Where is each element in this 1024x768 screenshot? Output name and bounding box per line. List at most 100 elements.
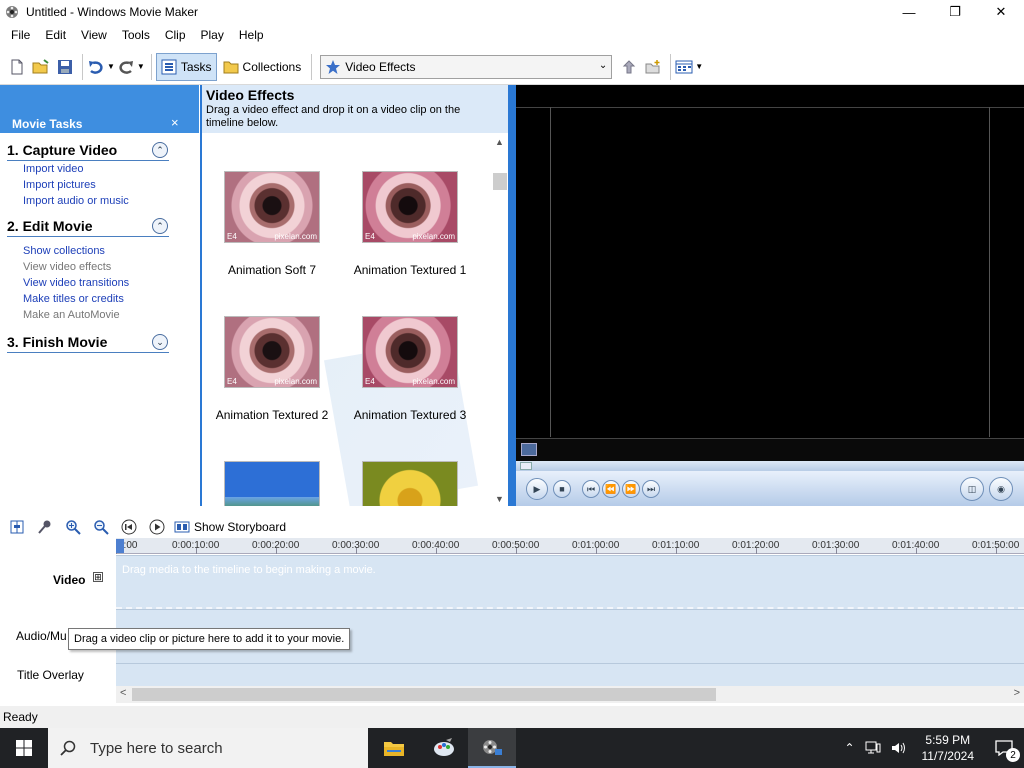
effect-item[interactable]: E4 pixelan.com Animation Soft 7 xyxy=(212,171,332,277)
menu-tools[interactable]: Tools xyxy=(122,28,150,42)
previous-frame-icon[interactable]: ⏮ xyxy=(582,480,600,498)
collapse-section-icon[interactable]: ⌃ xyxy=(152,142,168,158)
redo-button[interactable]: ▼ xyxy=(117,54,145,80)
toolbar-separator xyxy=(311,53,313,80)
section-title[interactable]: 3. Finish Movie xyxy=(7,331,169,353)
seek-bar[interactable] xyxy=(516,461,1024,471)
collections-button[interactable]: Collections xyxy=(219,54,306,80)
playhead[interactable] xyxy=(116,539,124,553)
menu-play[interactable]: Play xyxy=(201,28,224,42)
redo-dropdown-icon[interactable]: ▼ xyxy=(137,62,145,71)
show-hidden-icons-icon[interactable]: ⌃ xyxy=(844,741,854,755)
effect-item[interactable]: E4 pixelan.com Animation Textured 2 xyxy=(212,316,332,422)
network-icon[interactable] xyxy=(865,741,881,755)
import-pictures-link[interactable]: Import pictures xyxy=(7,177,199,193)
effect-name: Animation Soft 7 xyxy=(227,263,317,277)
playback-controls: ▶ ■ ⏮ ⏪ ⏩ ⏭ ◫ ◉ xyxy=(516,471,1024,506)
zoom-in-button[interactable] xyxy=(62,514,84,540)
new-project-button[interactable] xyxy=(6,54,28,80)
play-icon[interactable]: ▶ xyxy=(526,478,548,500)
menu-clip[interactable]: Clip xyxy=(165,28,186,42)
scroll-right-icon[interactable]: > xyxy=(1014,687,1020,699)
menu-help[interactable]: Help xyxy=(239,28,264,42)
menu-file[interactable]: File xyxy=(11,28,30,42)
view-video-transitions-link[interactable]: View video transitions xyxy=(7,275,199,291)
expand-video-track-icon[interactable]: ⊞ xyxy=(93,572,103,582)
section-title[interactable]: 2. Edit Movie xyxy=(7,215,169,237)
close-button[interactable]: ✕ xyxy=(978,0,1024,24)
set-audio-levels-button[interactable] xyxy=(6,514,28,540)
menu-edit[interactable]: Edit xyxy=(45,28,66,42)
effect-name: Animation Textured 1 xyxy=(353,263,467,277)
microphone-icon xyxy=(38,520,51,534)
undo-dropdown-icon[interactable]: ▼ xyxy=(107,62,115,71)
clock[interactable]: 5:59 PM 11/7/2024 xyxy=(922,732,975,764)
video-effects-star-icon xyxy=(326,59,341,74)
new-collection-folder-button[interactable] xyxy=(642,54,664,80)
scroll-left-icon[interactable]: < xyxy=(120,687,126,699)
expand-section-icon[interactable]: ⌄ xyxy=(152,334,168,350)
save-project-button[interactable] xyxy=(54,54,76,80)
make-titles-link[interactable]: Make titles or credits xyxy=(7,291,199,307)
section-title[interactable]: 1. Capture Video xyxy=(7,139,169,161)
toolbar-separator xyxy=(670,53,672,80)
rewind-timeline-button[interactable] xyxy=(118,514,140,540)
notification-count-badge: 2 xyxy=(1006,748,1020,762)
collections-folder-icon xyxy=(223,61,239,73)
taskbar-movie-maker[interactable] xyxy=(468,728,516,768)
taskbar-paint[interactable] xyxy=(420,728,468,768)
watermark-label: E4 xyxy=(365,232,375,241)
scroll-thumb[interactable] xyxy=(493,173,507,190)
effects-scrollbar[interactable]: ▲ ▼ xyxy=(492,133,508,506)
action-center-button[interactable]: 2 xyxy=(984,728,1024,768)
show-collections-link[interactable]: Show collections xyxy=(7,243,199,259)
menu-view[interactable]: View xyxy=(81,28,107,42)
rewind-icon[interactable]: ⏪ xyxy=(602,480,620,498)
seek-handle[interactable] xyxy=(520,462,532,470)
hscroll-thumb[interactable] xyxy=(132,688,716,701)
timeline-hscrollbar[interactable]: < > xyxy=(116,686,1024,703)
undo-button[interactable]: ▼ xyxy=(87,54,115,80)
open-folder-icon xyxy=(32,58,49,73)
effect-thumbnail: E4 pixelan.com xyxy=(362,316,458,388)
show-storyboard-button[interactable]: Show Storyboard xyxy=(174,514,286,540)
scroll-up-icon[interactable]: ▲ xyxy=(495,137,504,147)
restore-button[interactable]: ❐ xyxy=(932,0,978,24)
fast-forward-icon[interactable]: ⏩ xyxy=(622,480,640,498)
take-picture-icon[interactable]: ◉ xyxy=(989,477,1013,501)
effect-item[interactable]: E4 pixelan.com Animation Textured 3 xyxy=(350,316,470,422)
tasks-button[interactable]: Tasks xyxy=(155,52,217,81)
audio-levels-icon xyxy=(10,520,24,534)
toolbar: ▼ ▼ Tasks Collections Video Effects ⌄ ▼ xyxy=(0,49,1024,85)
effect-item[interactable] xyxy=(212,461,332,506)
stop-icon[interactable]: ■ xyxy=(553,480,571,498)
minimize-button[interactable]: — xyxy=(886,0,932,24)
effect-item[interactable] xyxy=(350,461,470,506)
redo-icon xyxy=(119,60,133,74)
up-one-level-button[interactable] xyxy=(618,54,640,80)
timeline-ruler[interactable]: 0:00 0:00:10:00 0:00:20:00 0:00:30:00 0:… xyxy=(116,538,1024,554)
collection-select[interactable]: Video Effects ⌄ xyxy=(320,54,613,79)
import-video-link[interactable]: Import video xyxy=(7,161,199,177)
full-screen-icon[interactable] xyxy=(521,443,537,456)
play-timeline-button[interactable] xyxy=(146,514,168,540)
storyboard-icon xyxy=(174,521,190,533)
views-button[interactable]: ▼ xyxy=(675,54,703,80)
import-audio-link[interactable]: Import audio or music xyxy=(7,193,199,209)
effect-item[interactable]: E4 pixelan.com Animation Textured 1 xyxy=(350,171,470,277)
open-project-button[interactable] xyxy=(30,54,52,80)
volume-icon[interactable] xyxy=(891,741,907,755)
pane-splitter[interactable] xyxy=(508,85,516,506)
split-clip-icon[interactable]: ◫ xyxy=(960,477,984,501)
start-button[interactable] xyxy=(0,728,48,768)
search-icon xyxy=(60,740,76,756)
collapse-section-icon[interactable]: ⌃ xyxy=(152,218,168,234)
zoom-out-button[interactable] xyxy=(90,514,112,540)
taskbar-search[interactable]: Type here to search xyxy=(48,728,368,768)
taskbar-file-explorer[interactable] xyxy=(370,728,418,768)
scroll-down-icon[interactable]: ▼ xyxy=(495,494,504,504)
narrate-timeline-button[interactable] xyxy=(34,514,56,540)
close-icon[interactable]: × xyxy=(171,115,179,130)
video-track[interactable]: Drag media to the timeline to begin maki… xyxy=(116,555,1024,609)
next-frame-icon[interactable]: ⏭ xyxy=(642,480,660,498)
